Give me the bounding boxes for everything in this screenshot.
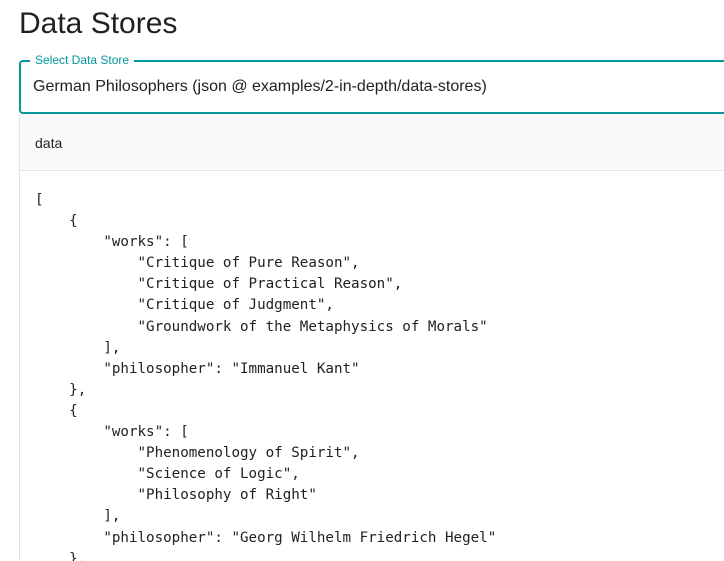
json-code-view: [ { "works": [ "Critique of Pure Reason"… [35,192,497,561]
select-label: Select Data Store [30,53,135,67]
data-store-select[interactable]: Select Data Store German Philosophers (j… [19,53,724,114]
panel-header: data [20,114,724,171]
page-title: Data Stores [19,7,178,40]
data-panel: data [ { "works": [ "Critique of Pure Re… [19,114,724,561]
panel-header-label: data [35,135,63,151]
select-value[interactable]: German Philosophers (json @ examples/2-i… [33,77,487,97]
